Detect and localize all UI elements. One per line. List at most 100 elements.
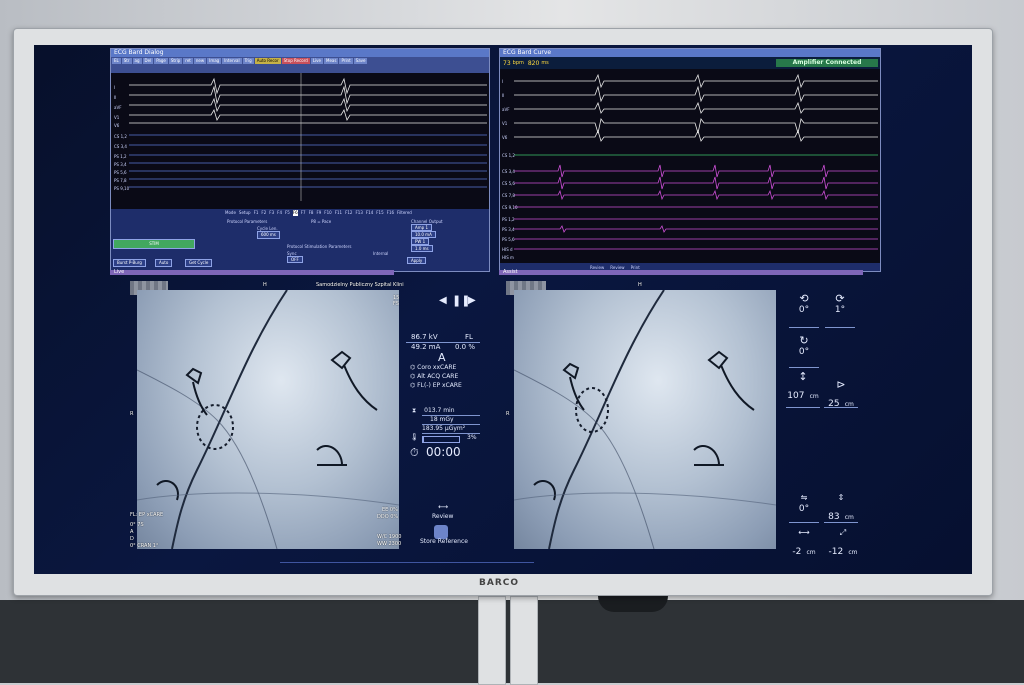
tab-f1[interactable]: F1: [254, 210, 259, 216]
burst-button[interactable]: Burst P-Burg: [113, 259, 146, 267]
ecg-dialog-tabs: Mode Setup F1 F2 F3 F4 F5 F6 F7 F8 F9 F1…: [225, 210, 487, 216]
tab-f8[interactable]: F8: [309, 210, 314, 216]
tb-new[interactable]: new: [193, 58, 207, 64]
geo-divider: [824, 522, 858, 523]
program-3-label: FL(-) EP xCARE: [417, 382, 462, 389]
c-arm-angle-1: ⟲ 0°: [789, 292, 819, 316]
tb-str[interactable]: Str: [121, 58, 132, 64]
kv-value: 86.7 kV: [411, 333, 438, 341]
tab-f16[interactable]: F16: [387, 210, 394, 216]
program-3[interactable]: ⌬ FL(-) EP xCARE: [410, 382, 462, 389]
angle-2-value: 1°: [834, 305, 846, 315]
rch-label-cs56: CS 5,6: [502, 181, 515, 186]
heart-rate-unit: bpm: [512, 60, 524, 66]
tab-f5[interactable]: F5: [285, 210, 290, 216]
prev-icon[interactable]: ◀: [439, 295, 447, 306]
next-icon[interactable]: ▶: [468, 295, 476, 306]
tab-setup[interactable]: Setup: [239, 210, 251, 216]
tb-trig[interactable]: Trig: [242, 58, 254, 64]
tab-f12[interactable]: F12: [345, 210, 352, 216]
print-button[interactable]: Print: [631, 265, 640, 270]
amplifier-status: Amplifier Connected: [776, 59, 878, 67]
stopwatch-icon: ⏱: [410, 446, 419, 459]
tab-f15[interactable]: F15: [376, 210, 383, 216]
tb-save[interactable]: Save: [353, 58, 368, 64]
program-2[interactable]: ⌬ Alt ACQ CARE: [410, 373, 458, 380]
review-button-2[interactable]: Review: [610, 265, 624, 270]
fl-label: FL: [465, 333, 473, 341]
live-d: D: [130, 536, 134, 542]
cycle-len-field[interactable]: 600 ms: [257, 231, 280, 239]
protocol-params-label: Protocol Parameters: [227, 219, 268, 224]
tb-page[interactable]: Page: [154, 58, 168, 64]
ch-label-ps78: PS 7,8: [114, 178, 127, 183]
tb-print[interactable]: Print: [339, 58, 353, 64]
get-cycle-button[interactable]: Get Cycle: [185, 259, 213, 267]
field-size-icon: ⊳: [836, 378, 846, 391]
cycle-value: 820: [527, 59, 540, 67]
cycle-unit: ms: [541, 60, 549, 66]
tab-filtered[interactable]: Filtered: [397, 210, 412, 216]
tab-f11[interactable]: F11: [335, 210, 342, 216]
tab-f6[interactable]: F6: [292, 210, 298, 216]
tb-del[interactable]: Del: [142, 58, 154, 64]
assist-tab[interactable]: Assist: [499, 270, 863, 275]
tab-mode[interactable]: Mode: [225, 210, 236, 216]
review-button-1[interactable]: Review: [590, 265, 604, 270]
rch-label-his-d: HIS d: [502, 247, 513, 252]
tab-f7[interactable]: F7: [301, 210, 306, 216]
assist-fluoro-image: [514, 290, 776, 549]
rch-label-ii: II: [502, 93, 505, 98]
detector-rotation: ↻ 0°: [789, 335, 819, 358]
table-rotation-value: 0°: [798, 504, 810, 514]
ch-label-cs12: CS 1,2: [114, 134, 127, 139]
tb-interval[interactable]: Interval: [222, 58, 242, 64]
fluoro-time: 013.7 min: [424, 407, 455, 414]
tb-imag[interactable]: Imag: [207, 58, 222, 64]
tab-f3[interactable]: F3: [269, 210, 274, 216]
amp-field[interactable]: 10.0 mA: [411, 231, 436, 238]
tab-f13[interactable]: F13: [355, 210, 362, 216]
geo-divider: [786, 407, 820, 408]
live-angle: 0° 7S: [130, 522, 144, 528]
sid-icon: ↕: [798, 370, 808, 383]
tb-meas[interactable]: Meas: [324, 58, 339, 64]
store-reference-icon[interactable]: [434, 525, 448, 539]
tb-live[interactable]: Live: [310, 58, 323, 64]
fd-display: ⊳ 25 cm: [824, 379, 858, 410]
tab-f14[interactable]: F14: [366, 210, 373, 216]
tab-f10[interactable]: F10: [324, 210, 331, 216]
pace-label: P8 = Pace: [311, 219, 332, 224]
tab-f4[interactable]: F4: [277, 210, 282, 216]
tb-strip[interactable]: Strip: [168, 58, 183, 64]
sync-field[interactable]: OFF: [287, 256, 303, 263]
live-tab[interactable]: Live: [110, 270, 394, 275]
tab-f9[interactable]: F9: [316, 210, 321, 216]
program-1[interactable]: ⌬ Coro xxCARE: [410, 364, 456, 371]
store-reference-button[interactable]: Store Reference: [420, 538, 468, 545]
table-longitudinal-value: -12: [828, 547, 844, 557]
monitor-cable: [598, 596, 668, 612]
apply-button[interactable]: Apply: [407, 257, 427, 264]
monitor-screen: ECG Bard Dialog EL Str ag Del Page Strip…: [34, 45, 972, 574]
table-longitudinal-icon: ⤢: [839, 528, 847, 537]
review-button[interactable]: Review: [432, 513, 453, 520]
fps-unit: FS: [393, 301, 399, 307]
auto-button[interactable]: Auto: [155, 259, 173, 267]
c-arm-angulation-icon: ⟳: [835, 292, 845, 305]
fluoro-time-row: ⧗ 013.7 min: [412, 407, 455, 415]
tb-ag[interactable]: ag: [132, 58, 142, 64]
rch-label-ps12: PS 1,2: [502, 217, 515, 222]
table-height-value: 83: [828, 512, 840, 522]
tb-el[interactable]: EL: [112, 58, 121, 64]
c-arm-rotation-icon: ⟲: [799, 292, 809, 305]
internal-option[interactable]: Internal: [373, 251, 388, 256]
tb-stop-record[interactable]: Stop Record: [281, 58, 310, 64]
tb-ret[interactable]: ret: [183, 58, 193, 64]
rch-label-cs12: CS 1,2: [502, 153, 515, 158]
pw-field[interactable]: 1.0 ms: [411, 245, 433, 252]
tb-auto-record[interactable]: Auto Recor: [254, 58, 281, 64]
pw-label: PW 1: [411, 238, 430, 245]
tab-f2[interactable]: F2: [261, 210, 266, 216]
stim-button[interactable]: STIM: [113, 239, 195, 249]
